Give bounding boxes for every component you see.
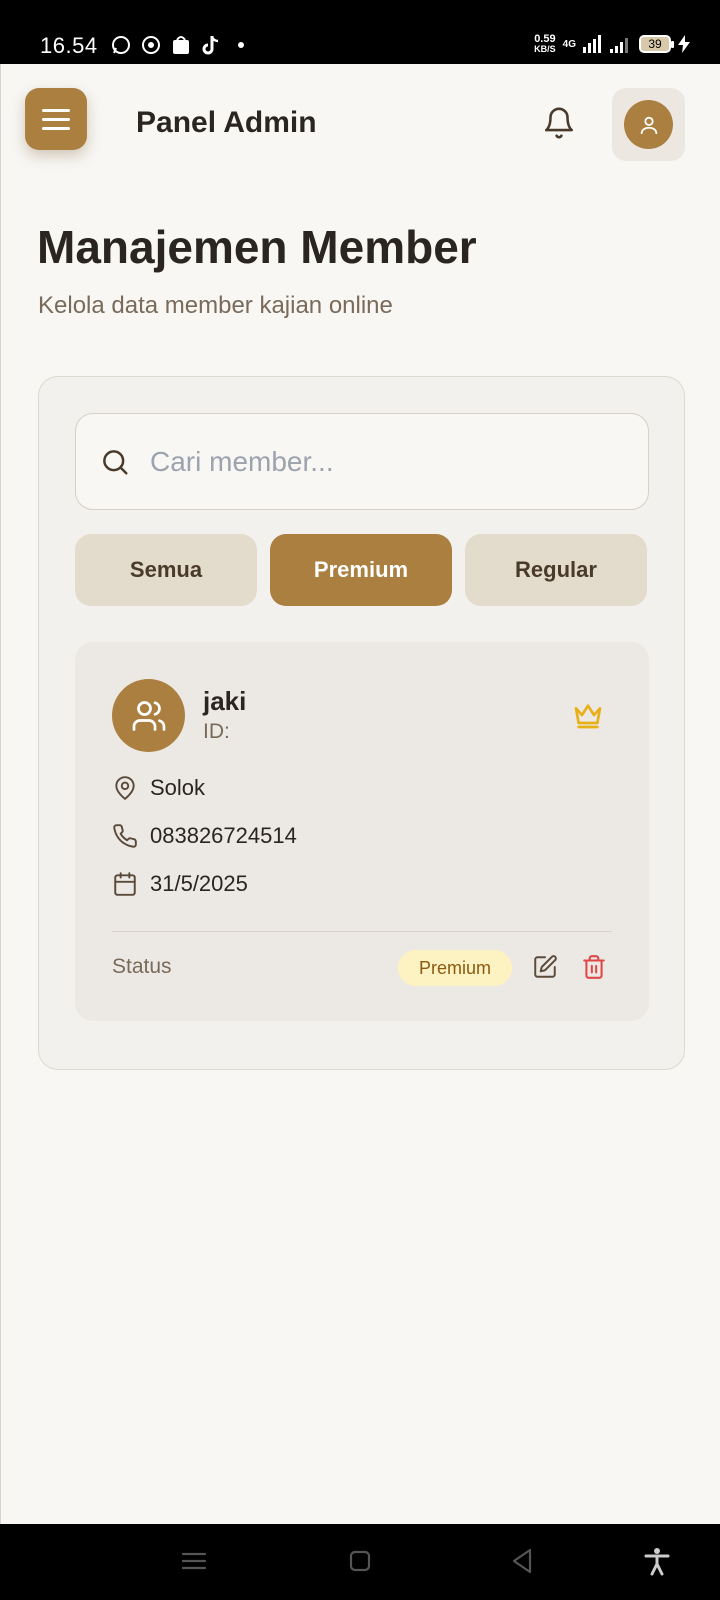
filter-premium-button[interactable]: Premium	[270, 534, 452, 606]
search-input[interactable]	[150, 432, 620, 492]
page-subtitle: Kelola data member kajian online	[38, 292, 393, 319]
member-card[interactable]: jaki ID: Solok 083826724514 31/5/2025 St…	[75, 642, 649, 1021]
trash-icon[interactable]	[581, 954, 607, 980]
search-icon	[103, 450, 128, 475]
notification-icons	[110, 34, 244, 56]
home-icon[interactable]	[345, 1546, 375, 1576]
back-icon[interactable]	[508, 1546, 538, 1576]
map-pin-icon	[115, 776, 135, 801]
profile-button[interactable]	[612, 88, 685, 161]
status-label: Status	[112, 955, 172, 978]
network-type: 4G	[562, 38, 576, 50]
users-icon	[132, 700, 165, 731]
network-speed: 0.59 KB/S	[534, 33, 556, 55]
member-date: 31/5/2025	[150, 871, 248, 896]
whatsapp-business-icon	[140, 34, 162, 56]
recent-apps-icon[interactable]	[179, 1546, 209, 1576]
app-screen: Panel Admin Manajemen Member Kelola data…	[0, 64, 720, 1524]
member-location-row: Solok	[112, 775, 205, 801]
edit-icon[interactable]	[532, 954, 558, 980]
avatar	[624, 100, 673, 149]
filter-regular-button[interactable]: Regular	[465, 534, 647, 606]
member-panel: Semua Premium Regular jaki ID: Solok 083…	[38, 376, 685, 1070]
status-bar: 16.54 0.59 KB/S 4G 39	[0, 0, 720, 64]
charging-icon	[678, 35, 690, 53]
battery-icon: 39	[639, 35, 674, 53]
member-phone-row: 083826724514	[112, 823, 297, 849]
member-location: Solok	[150, 775, 206, 800]
divider	[112, 931, 612, 932]
member-date-row: 31/5/2025	[112, 871, 248, 897]
bell-icon[interactable]	[542, 106, 576, 140]
system-nav-bar	[0, 1524, 720, 1600]
hamburger-icon	[42, 108, 70, 112]
filter-group: Semua Premium Regular	[75, 534, 647, 606]
crown-icon	[574, 704, 602, 729]
member-name: jaki	[203, 686, 247, 716]
calendar-icon	[114, 872, 136, 896]
tiktok-icon	[200, 34, 222, 56]
system-icons: 0.59 KB/S 4G 39	[534, 34, 690, 54]
phone-icon	[113, 824, 137, 848]
accessibility-icon[interactable]	[642, 1546, 672, 1576]
user-icon	[640, 116, 657, 134]
status-time: 16.54	[40, 33, 98, 58]
more-notifications-icon	[238, 42, 244, 48]
filter-all-button[interactable]: Semua	[75, 534, 257, 606]
signal-icon	[583, 35, 601, 53]
member-phone: 083826724514	[150, 823, 297, 848]
search-box[interactable]	[75, 413, 649, 510]
shopping-bag-icon	[170, 34, 192, 56]
whatsapp-icon	[110, 34, 132, 56]
page-title: Manajemen Member	[37, 221, 477, 273]
member-avatar	[112, 679, 185, 752]
header-title: Panel Admin	[136, 106, 317, 139]
menu-button[interactable]	[25, 88, 87, 150]
member-id: ID:	[203, 720, 230, 743]
signal-2-icon	[610, 38, 628, 53]
status-badge: Premium	[398, 950, 512, 986]
